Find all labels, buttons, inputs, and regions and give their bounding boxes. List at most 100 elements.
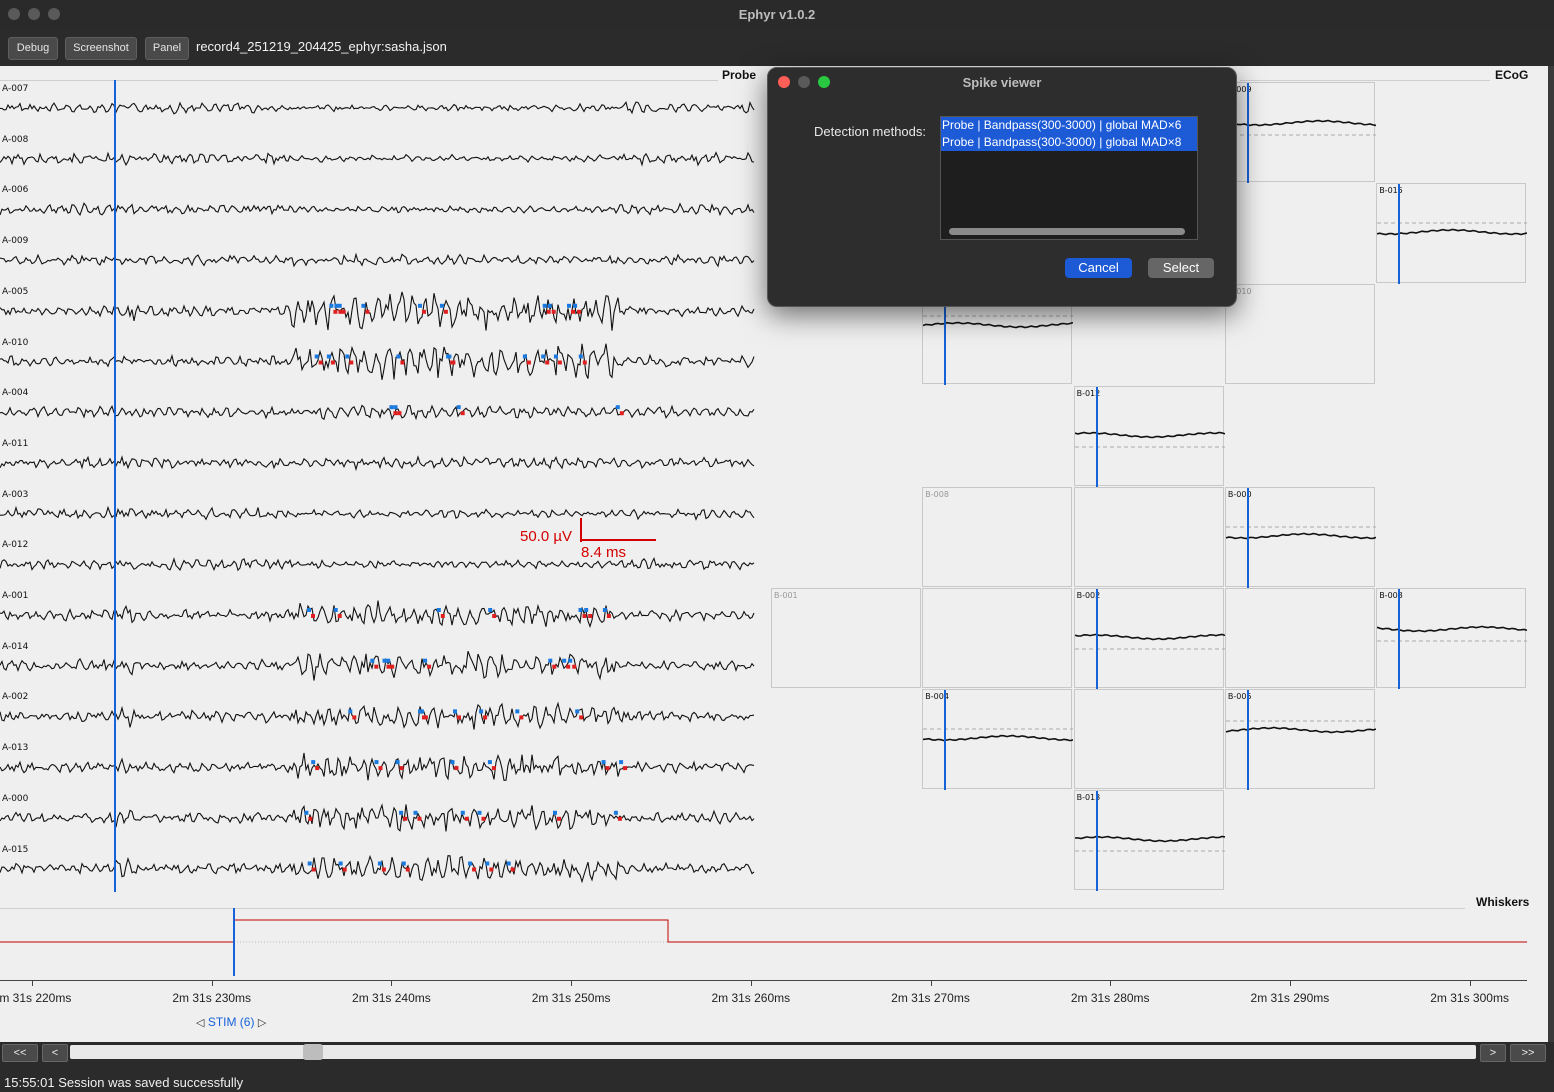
spike-marker [454,766,459,771]
spike-marker [352,715,357,720]
ecog-trace [923,690,1074,791]
spike-marker [481,816,486,821]
ecog-cell[interactable] [1073,486,1224,587]
ecog-cell[interactable]: B-012 [1073,385,1225,487]
ecog-cell[interactable]: B-009 [1224,82,1376,183]
previous-page-button[interactable]: < [42,1044,68,1062]
spike-marker [541,354,546,359]
time-axis-tick [930,980,932,986]
spike-marker [427,664,432,669]
time-cursor-whiskers[interactable] [233,908,235,976]
spike-marker [460,810,465,815]
time-axis-tick [750,980,752,986]
stim-label[interactable]: STIM (6) [208,1015,255,1029]
detection-methods-list[interactable]: Probe | Bandpass(300-3000) | global MAD×… [940,116,1198,240]
spike-marker [477,810,482,815]
ecog-trace [1074,386,1225,487]
detection-method-item[interactable]: Probe | Bandpass(300-3000) | global MAD×… [941,134,1197,151]
stim-navigator[interactable]: ◁ STIM (6) ▷ [196,1015,266,1029]
spike-marker [361,303,366,308]
spike-marker [545,360,550,365]
spike-marker [542,303,547,308]
spike-marker [571,309,575,314]
time-axis-tick [571,980,573,986]
spike-marker [338,309,343,314]
ecog-header-rule [1240,80,1490,81]
spike-marker [374,760,379,765]
time-axis-tick [391,980,393,986]
spike-marker [515,709,520,714]
spike-marker [304,810,309,815]
ecog-cell[interactable]: B-015 [1376,183,1528,285]
methods-horizontal-scrollbar[interactable] [949,228,1185,235]
time-axis-tick-label: 2m 31s 220ms [0,991,72,1005]
spike-marker [577,309,582,314]
dialog-title: Spike viewer [962,75,1042,90]
spike-marker [578,354,583,359]
spike-marker [386,664,391,669]
spike-marker [418,303,422,308]
ecog-cell[interactable] [922,588,1073,688]
ecog-cell[interactable]: B-003 [1376,588,1528,689]
whiskers-header-rule [0,908,1465,909]
time-slider-thumb[interactable] [303,1044,323,1060]
vertical-scrollbar[interactable] [1548,66,1554,1042]
detection-method-item[interactable]: Probe | Bandpass(300-3000) | global MAD×… [941,117,1197,134]
spike-marker [487,760,492,765]
triangle-left-icon[interactable]: ◁ [196,1017,204,1029]
ecog-cell[interactable]: B-004 [922,689,1074,791]
ecog-cell[interactable]: B-010 [1224,284,1375,385]
ecog-cell[interactable]: B-008 [922,486,1073,587]
spike-marker [311,867,316,872]
ecog-cell[interactable] [1224,588,1375,688]
time-slider[interactable] [70,1044,1476,1060]
select-button[interactable]: Select [1148,258,1214,278]
time-axis-tick [1469,980,1471,986]
next-page-button[interactable]: > [1480,1044,1506,1062]
scale-time-label: 8.4 ms [581,544,627,561]
spike-marker [395,760,400,765]
spike-marker [307,861,312,866]
screenshot-button[interactable]: Screenshot [65,37,137,60]
spike-marker [326,354,331,359]
panel-button[interactable]: Panel [145,37,189,60]
ecog-trace [1225,83,1376,183]
cancel-button[interactable]: Cancel [1065,258,1132,278]
spike-marker [345,354,350,359]
ecog-cell[interactable]: B-000 [1224,486,1376,588]
spike-marker [617,816,622,821]
last-page-button[interactable]: >> [1510,1044,1546,1062]
spike-marker [605,766,610,771]
triangle-right-icon[interactable]: ▷ [258,1017,266,1029]
spike-marker [439,303,444,308]
spike-marker [601,760,606,765]
spike-marker [568,658,573,663]
ecog-cell[interactable] [1073,689,1224,790]
time-cursor-probe[interactable] [114,80,116,892]
time-axis-tick-label: 2m 31s 300ms [1430,991,1509,1005]
ecog-cell[interactable]: B-005 [1224,689,1376,791]
spike-marker [606,614,611,618]
time-axis-tick [211,980,213,986]
spike-marker [338,861,343,866]
spike-marker [453,709,457,714]
spike-marker [619,760,624,765]
spike-marker [562,658,567,663]
session-filename: record4_251219_204425_ephyr:sasha.json [196,39,447,54]
first-page-button[interactable]: << [2,1044,38,1062]
debug-button[interactable]: Debug [8,37,58,60]
spike-marker [551,309,556,314]
spike-marker [483,715,488,720]
ecog-cell[interactable]: B-013 [1073,790,1225,892]
spike-marker [393,411,398,416]
ecog-cell[interactable]: B-001 [771,588,921,688]
time-axis-line [0,980,1527,981]
time-axis-tick-label: 2m 31s 240ms [352,991,431,1005]
spike-marker [348,709,353,714]
ecog-trace [1225,690,1376,791]
spike-marker [566,664,571,669]
spike-marker [342,867,347,872]
spike-marker [553,354,558,359]
ecog-cell[interactable]: B-002 [1073,588,1225,689]
time-axis-tick-label: 2m 31s 230ms [172,991,252,1005]
